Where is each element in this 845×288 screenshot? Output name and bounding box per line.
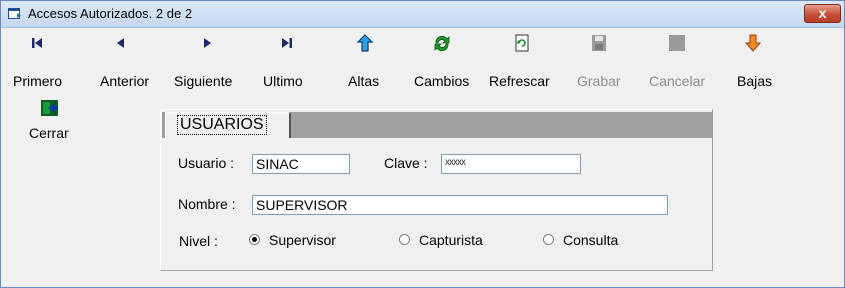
- nivel-label: Nivel :: [179, 233, 218, 249]
- radio-consulta-label: Consulta: [563, 232, 619, 248]
- refrescar-button[interactable]: Refrescar: [483, 30, 567, 96]
- last-record-icon: [282, 38, 292, 48]
- close-button[interactable]: x: [804, 4, 841, 23]
- first-record-icon: [32, 38, 42, 48]
- change-arrows-icon: [434, 35, 450, 52]
- radio-unselected-icon: [399, 234, 410, 245]
- title-bar[interactable]: Accesos Autorizados. 2 de 2 x: [1, 1, 844, 28]
- delete-arrow-down-icon: [744, 34, 762, 52]
- save-disk-icon: [592, 35, 606, 51]
- radio-unselected-icon: [543, 234, 554, 245]
- ultimo-button[interactable]: Ultimo: [257, 30, 319, 96]
- usuario-label: Usuario :: [178, 155, 235, 171]
- cerrar-button[interactable]: Cerrar: [23, 99, 83, 165]
- refrescar-label: Refrescar: [489, 73, 550, 89]
- clave-field[interactable]: xxxxx: [441, 154, 581, 174]
- anterior-button[interactable]: Anterior: [94, 30, 170, 96]
- siguiente-label: Siguiente: [174, 73, 233, 89]
- bajas-button[interactable]: Bajas: [728, 30, 784, 96]
- radio-supervisor-label: Supervisor: [269, 232, 336, 248]
- cancelar-button[interactable]: Cancelar: [639, 30, 719, 96]
- cancelar-label: Cancelar: [649, 73, 706, 89]
- siguiente-button[interactable]: Siguiente: [167, 30, 249, 96]
- altas-button[interactable]: Altas: [339, 30, 395, 96]
- tab-usuarios-label: USUARIOS: [177, 115, 267, 135]
- grabar-label: Grabar: [577, 73, 621, 89]
- exit-door-icon: [41, 100, 58, 116]
- altas-label: Altas: [348, 73, 380, 89]
- tab-usuarios[interactable]: USUARIOS: [165, 112, 291, 138]
- window-title: Accesos Autorizados. 2 de 2: [28, 6, 193, 21]
- app-icon: [8, 8, 21, 19]
- cambios-label: Cambios: [414, 73, 470, 89]
- usuario-field[interactable]: SINAC: [252, 154, 350, 174]
- add-arrow-up-icon: [356, 34, 374, 52]
- cerrar-label: Cerrar: [29, 125, 69, 141]
- primero-label: Primero: [13, 73, 63, 89]
- bajas-label: Bajas: [737, 73, 773, 89]
- radio-selected-icon: [249, 234, 260, 245]
- application-window: Accesos Autorizados. 2 de 2 x Primero An…: [0, 0, 845, 288]
- anterior-label: Anterior: [100, 73, 150, 89]
- primero-button[interactable]: Primero: [7, 30, 77, 96]
- ultimo-label: Ultimo: [263, 73, 303, 89]
- cambios-button[interactable]: Cambios: [407, 30, 485, 96]
- radio-capturista-label: Capturista: [419, 232, 483, 248]
- grabar-button[interactable]: Grabar: [569, 30, 635, 96]
- close-icon: x: [818, 5, 827, 21]
- tab-strip: USUARIOS: [162, 112, 712, 138]
- nombre-label: Nombre :: [178, 196, 236, 212]
- next-record-icon: [204, 38, 211, 48]
- nombre-field[interactable]: SUPERVISOR: [252, 195, 668, 215]
- clave-label: Clave :: [384, 155, 428, 171]
- previous-record-icon: [117, 38, 124, 48]
- refresh-page-icon: [515, 34, 529, 52]
- cancel-icon: [669, 35, 685, 51]
